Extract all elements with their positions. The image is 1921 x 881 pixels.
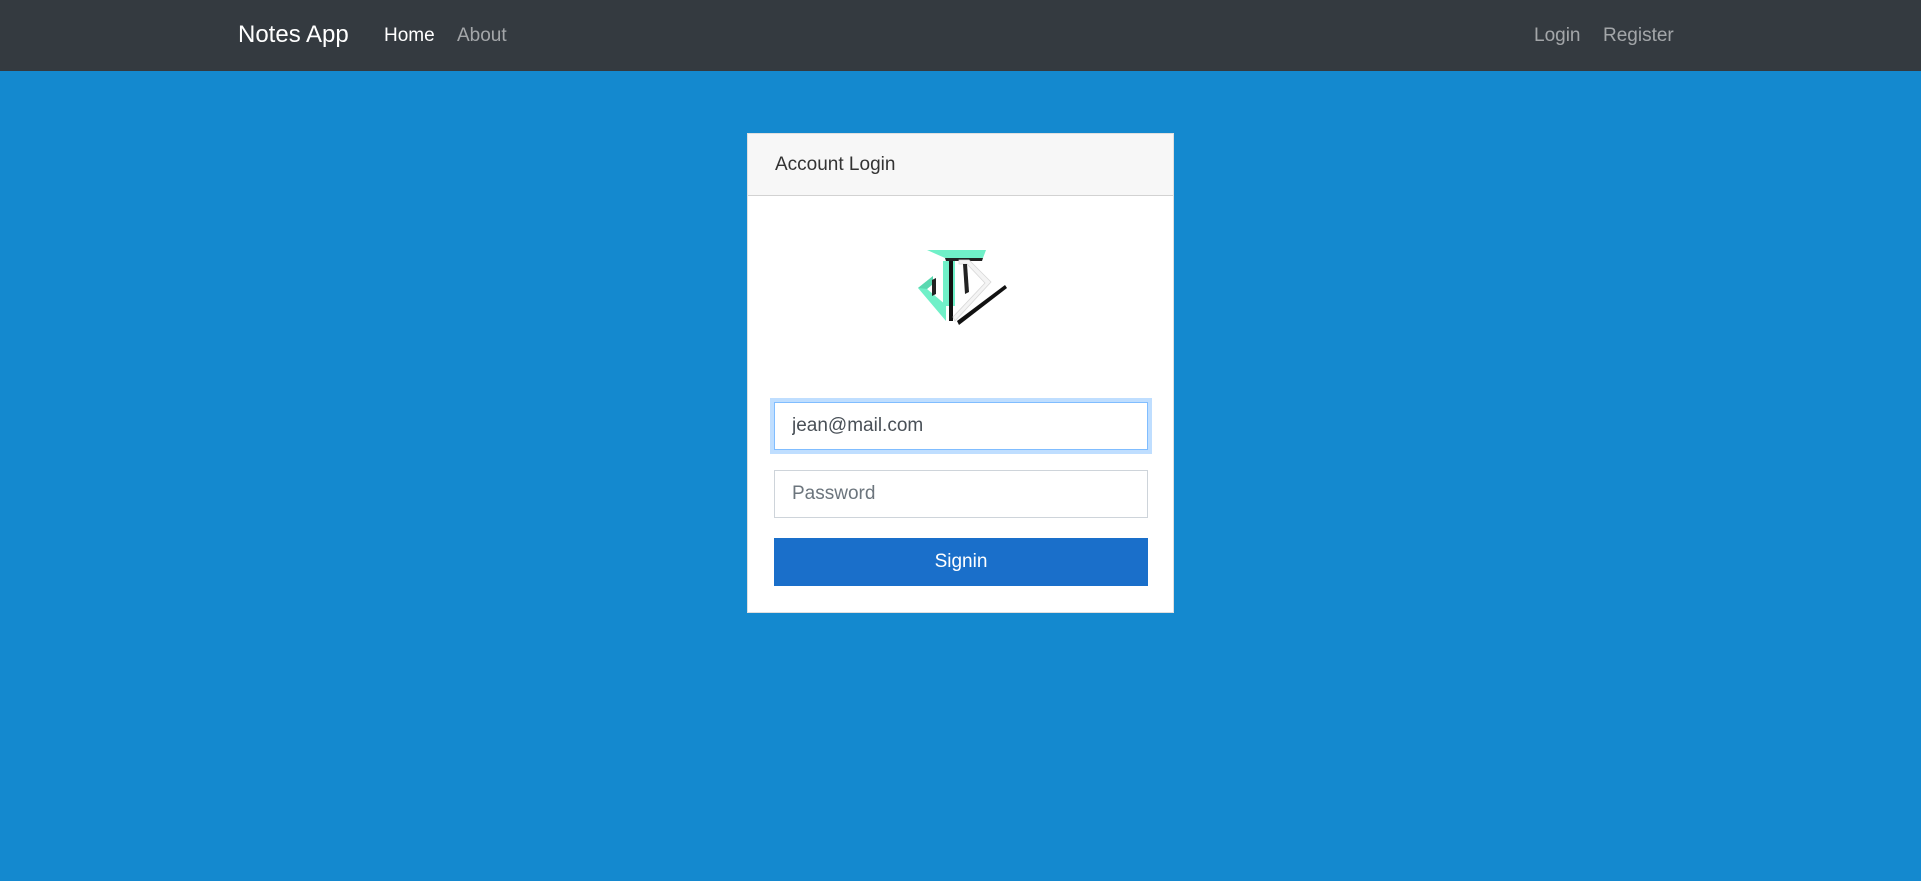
- jt-logo-icon: [913, 250, 1009, 332]
- email-field[interactable]: [774, 402, 1148, 450]
- card-header: Account Login: [748, 134, 1173, 196]
- login-card: Account Login Signin: [747, 133, 1174, 613]
- card-title: Account Login: [775, 154, 896, 175]
- nav-link-home[interactable]: Home: [384, 23, 435, 49]
- password-field[interactable]: [774, 470, 1148, 518]
- nav-link-register[interactable]: Register: [1603, 23, 1674, 49]
- top-navbar: Notes App Home About Login Register: [0, 0, 1921, 71]
- signin-button[interactable]: Signin: [774, 538, 1148, 586]
- navbar-brand[interactable]: Notes App: [238, 19, 349, 51]
- nav-link-login[interactable]: Login: [1534, 23, 1581, 49]
- nav-link-about[interactable]: About: [457, 23, 507, 49]
